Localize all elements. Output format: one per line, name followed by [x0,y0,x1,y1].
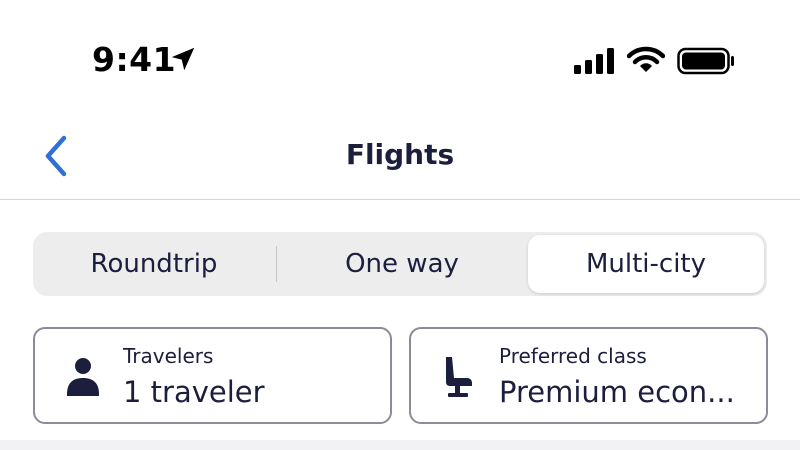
preferred-class-card[interactable]: Preferred class Premium econ... [409,327,768,424]
segment-roundtrip[interactable]: Roundtrip [33,232,275,296]
preferred-class-value: Premium econ... [499,375,735,409]
battery-icon [677,47,734,75]
travelers-value: 1 traveler [123,375,265,409]
section-separator [0,440,800,450]
page-title: Flights [345,138,455,171]
seat-icon [446,357,472,397]
cellular-signal-icon [574,48,614,74]
nav-bar: Flights [0,120,800,200]
segment-one-way[interactable]: One way [277,232,527,296]
wifi-icon [627,46,665,72]
trip-type-segmented-control: Roundtrip One way Multi-city [33,232,767,296]
travelers-label: Travelers [123,344,214,368]
preferred-class-label: Preferred class [499,344,647,368]
person-icon [67,358,99,396]
status-time: 9:41 [92,40,177,79]
travelers-card[interactable]: Travelers 1 traveler [33,327,392,424]
location-arrow-icon [171,47,195,71]
status-bar: 9:41 [0,0,800,120]
segment-multi-city[interactable]: Multi-city [528,235,764,293]
